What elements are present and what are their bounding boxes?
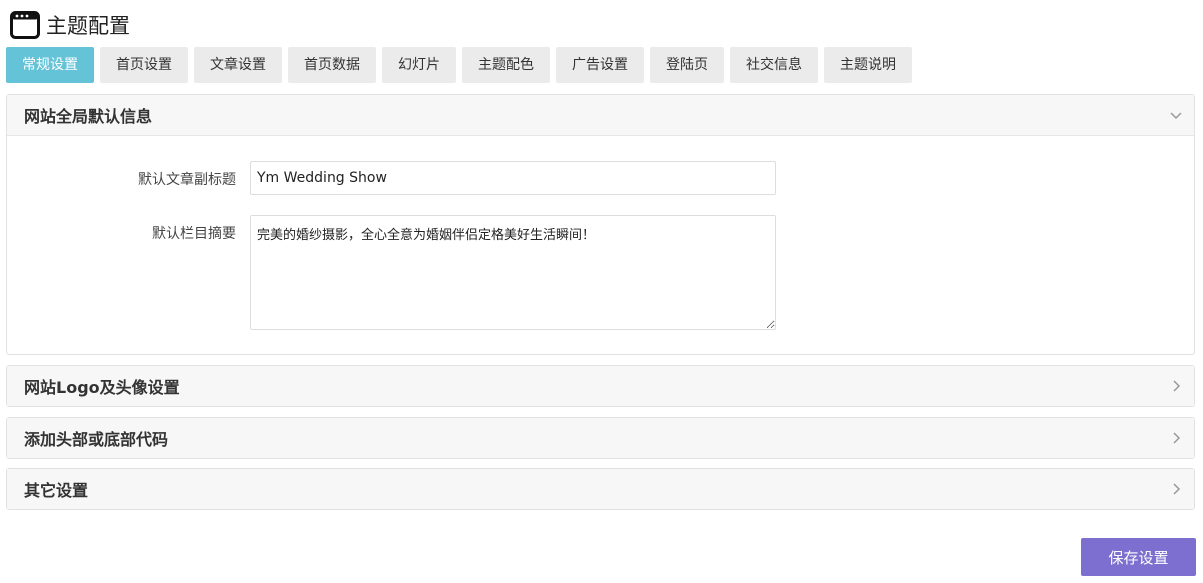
summary-textarea[interactable]: 完美的婚纱摄影，全心全意为婚姻伴侣定格美好生活瞬间！ <box>250 215 776 330</box>
chevron-right-icon <box>1173 483 1181 495</box>
tab-general[interactable]: 常规设置 <box>6 47 94 83</box>
subtitle-input[interactable] <box>250 161 776 195</box>
section-header[interactable]: 网站全局默认信息 <box>7 95 1194 135</box>
subtitle-label: 默认文章副标题 <box>138 172 236 188</box>
section-global-defaults: 网站全局默认信息 默认文章副标题 默认栏目摘要 完美的婚纱摄影，全心全意为婚姻伴… <box>6 94 1195 355</box>
chevron-right-icon <box>1173 380 1181 392</box>
save-button[interactable]: 保存设置 <box>1081 538 1196 576</box>
tab-theme-docs[interactable]: 主题说明 <box>824 47 912 83</box>
chevron-right-icon <box>1173 432 1181 444</box>
section-other-settings: 其它设置 <box>6 468 1195 510</box>
tab-home[interactable]: 首页设置 <box>100 47 188 83</box>
section-header-footer-code: 添加头部或底部代码 <box>6 417 1195 459</box>
section-logo-avatar: 网站Logo及头像设置 <box>6 365 1195 407</box>
tab-ads[interactable]: 广告设置 <box>556 47 644 83</box>
tab-slideshow[interactable]: 幻灯片 <box>382 47 456 83</box>
window-icon <box>10 11 40 39</box>
page-header: 主题配置 <box>10 10 130 40</box>
section-title: 其它设置 <box>24 481 89 500</box>
section-title: 网站全局默认信息 <box>24 107 153 126</box>
chevron-down-icon <box>1170 112 1182 120</box>
section-header[interactable]: 网站Logo及头像设置 <box>7 366 1194 406</box>
settings-tabs: 常规设置 首页设置 文章设置 首页数据 幻灯片 主题配色 广告设置 登陆页 社交… <box>6 47 918 83</box>
tab-theme-colors[interactable]: 主题配色 <box>462 47 550 83</box>
section-body: 默认文章副标题 默认栏目摘要 完美的婚纱摄影，全心全意为婚姻伴侣定格美好生活瞬间… <box>7 135 1194 354</box>
section-title: 添加头部或底部代码 <box>24 430 169 449</box>
tab-article[interactable]: 文章设置 <box>194 47 282 83</box>
tab-social[interactable]: 社交信息 <box>730 47 818 83</box>
summary-label: 默认栏目摘要 <box>152 226 236 242</box>
section-title: 网站Logo及头像设置 <box>24 378 180 397</box>
section-header[interactable]: 添加头部或底部代码 <box>7 418 1194 458</box>
tab-home-data[interactable]: 首页数据 <box>288 47 376 83</box>
page-title: 主题配置 <box>46 14 130 38</box>
section-header[interactable]: 其它设置 <box>7 469 1194 509</box>
tab-login-page[interactable]: 登陆页 <box>650 47 724 83</box>
